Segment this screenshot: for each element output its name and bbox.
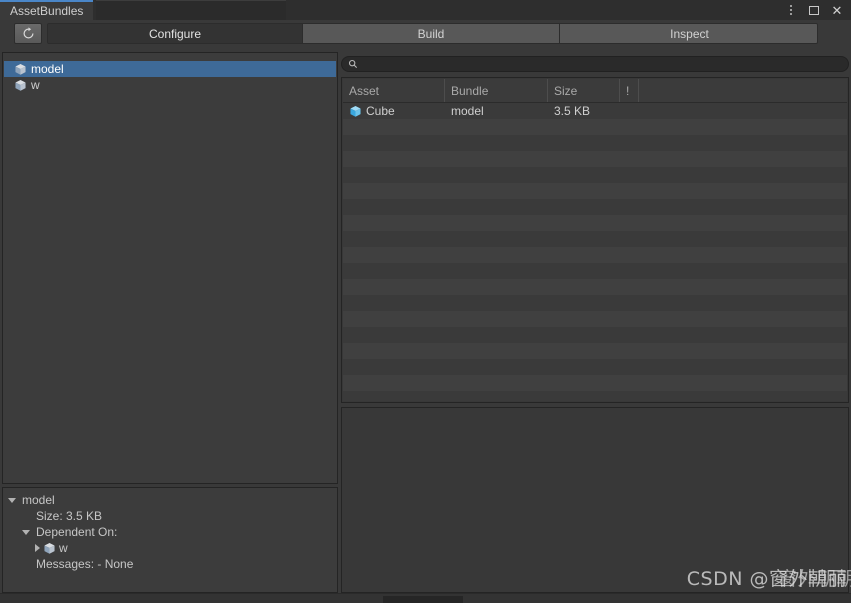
asset-table-empty-row: [343, 231, 847, 247]
kebab-menu-icon[interactable]: [784, 3, 798, 17]
bundle-tree-list[interactable]: model w: [4, 61, 336, 93]
tab-inspect-label: Inspect: [670, 27, 709, 41]
asset-table-empty-row: [343, 119, 847, 135]
tab-inspect[interactable]: Inspect: [560, 24, 818, 43]
asset-table-empty-row: [343, 135, 847, 151]
asset-table-empty-row: [343, 295, 847, 311]
asset-table-empty-row: [343, 375, 847, 391]
bundle-detail-row[interactable]: Dependent On:: [4, 524, 336, 540]
tab-configure-label: Configure: [149, 27, 201, 41]
asset-table-empty-row: [343, 263, 847, 279]
search-input[interactable]: [358, 57, 840, 71]
asset-table-empty-row: [343, 279, 847, 295]
cell-size: 3.5 KB: [548, 103, 620, 119]
titlebar: AssetBundles ✕: [0, 0, 851, 20]
bundle-detail-row-label: Size: 3.5 KB: [36, 510, 102, 522]
asset-table-col-bundle[interactable]: Bundle: [445, 79, 548, 102]
bundle-icon: [43, 542, 56, 555]
asset-table-col-asset[interactable]: Asset: [343, 79, 445, 102]
chevron-down-icon[interactable]: [22, 530, 30, 535]
bundle-detail-list[interactable]: model Size: 3.5 KB Dependent On: w Messages:…: [4, 492, 336, 572]
tab-configure[interactable]: Configure: [48, 24, 303, 43]
asset-table-empty-row: [343, 199, 847, 215]
bundle-detail-row[interactable]: model: [4, 492, 336, 508]
bundle-detail-row[interactable]: w: [4, 540, 336, 556]
cell-asset: Cube: [343, 103, 445, 119]
asset-detail-panel: [341, 407, 849, 593]
status-bar-segment: [383, 596, 463, 603]
bundle-tree-row-label: model: [31, 63, 64, 75]
asset-table-empty-row: [343, 151, 847, 167]
asset-table-col-warn[interactable]: !: [620, 79, 639, 102]
search-field[interactable]: [341, 56, 849, 72]
cell-asset-label: Cube: [366, 104, 395, 118]
bundle-detail-row: Messages: - None: [4, 556, 336, 572]
asset-table-empty-row: [343, 167, 847, 183]
asset-table-body[interactable]: Cube model3.5 KB: [343, 103, 847, 401]
asset-list-panel: AssetBundleSize! Cube model3.5 KB: [341, 77, 849, 403]
bundle-detail-row-label: Messages: - None: [36, 558, 133, 570]
asset-table-empty-row: [343, 247, 847, 263]
asset-search-bar: [341, 54, 849, 74]
bundle-icon: [14, 79, 27, 92]
refresh-icon: [22, 27, 35, 40]
asset-table-empty-row: [343, 359, 847, 375]
status-bar: [0, 593, 851, 603]
asset-table-col-blank[interactable]: [639, 79, 847, 102]
bundle-detail-row: Size: 3.5 KB: [4, 508, 336, 524]
close-icon[interactable]: ✕: [830, 3, 844, 17]
bundle-detail-row-label: w: [59, 542, 68, 554]
bundle-detail-row-label: model: [22, 494, 55, 506]
bundle-tree-row-label: w: [31, 79, 40, 91]
bundle-tree-row[interactable]: w: [4, 77, 336, 93]
prefab-cube-icon: [349, 105, 362, 118]
tab-build[interactable]: Build: [303, 24, 560, 43]
chevron-down-icon[interactable]: [8, 498, 16, 503]
bundle-detail-row-label: Dependent On:: [36, 526, 117, 538]
bundle-tree-row[interactable]: model: [4, 61, 336, 77]
search-icon: [348, 59, 358, 69]
window-controls: ✕: [784, 0, 847, 20]
tab-strip-filler: [96, 0, 286, 20]
asset-table-empty-row: [343, 327, 847, 343]
maximize-icon[interactable]: [807, 3, 821, 17]
cell-bundle: model: [445, 103, 548, 119]
asset-table-empty-row: [343, 215, 847, 231]
asset-table-header: AssetBundleSize!: [343, 79, 847, 103]
mode-button-bar: Configure Build Inspect: [47, 23, 818, 44]
chevron-right-icon[interactable]: [35, 544, 40, 552]
cell-warn: [620, 103, 639, 119]
asset-table-empty-row: [343, 391, 847, 401]
window-tab-label: AssetBundles: [10, 5, 83, 17]
bundle-icon: [14, 63, 27, 76]
refresh-button[interactable]: [14, 23, 42, 44]
asset-table-empty-row: [343, 183, 847, 199]
tab-build-label: Build: [418, 27, 445, 41]
asset-table-col-size[interactable]: Size: [548, 79, 620, 102]
assetbundles-window: AssetBundles ✕ Configure Build: [0, 0, 851, 603]
bundle-tree-panel: model w: [2, 52, 338, 484]
asset-table-row[interactable]: Cube model3.5 KB: [343, 103, 847, 119]
asset-table-empty-row: [343, 343, 847, 359]
bundle-detail-panel: model Size: 3.5 KB Dependent On: w Messages:…: [2, 487, 338, 593]
window-tab-assetbundles[interactable]: AssetBundles: [0, 0, 93, 20]
asset-table-empty-row: [343, 311, 847, 327]
